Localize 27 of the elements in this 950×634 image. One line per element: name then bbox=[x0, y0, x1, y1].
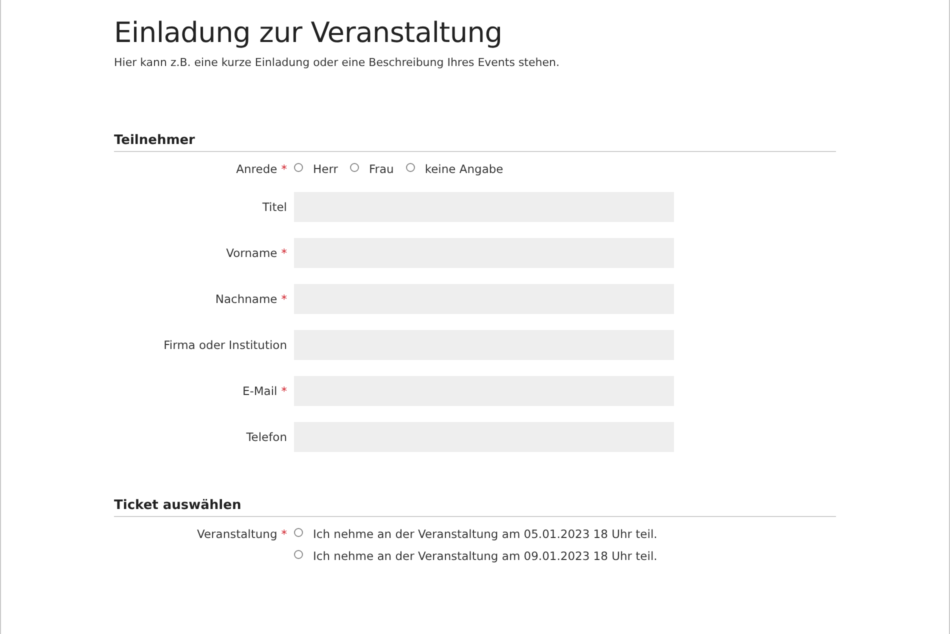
field-label: Vorname bbox=[226, 246, 278, 260]
field-label: Anrede bbox=[236, 162, 278, 176]
radio-button[interactable] bbox=[294, 528, 303, 536]
field-label: Titel bbox=[262, 200, 287, 214]
option-label[interactable]: Herr bbox=[313, 162, 338, 176]
field-label: Nachname bbox=[215, 292, 278, 306]
option-label[interactable]: Frau bbox=[368, 162, 394, 176]
page-description: Hier kann z.B. eine kurze Einladung oder eine Beschreibung Ihres Events stehen. bbox=[114, 56, 560, 69]
field-label: E-Mail bbox=[242, 384, 278, 398]
field-label: Firma oder Institution bbox=[164, 338, 287, 352]
option-label[interactable]: Ich nehme an der Veranstaltung am 09.01.2023 18 Uhr teil. bbox=[313, 549, 658, 563]
section-heading: Teilnehmer bbox=[114, 133, 836, 152]
option-label[interactable]: Ich nehme an der Veranstaltung am 05.01.2023 18 Uhr teil. bbox=[313, 527, 658, 541]
field-label: Veranstaltung bbox=[197, 527, 278, 541]
required-asterisk: * bbox=[281, 246, 287, 260]
radio-button[interactable] bbox=[350, 162, 359, 172]
field-label: Telefon bbox=[246, 430, 287, 444]
section-heading: Ticket auswählen bbox=[114, 498, 836, 517]
required-asterisk: * bbox=[281, 292, 287, 306]
required-asterisk: * bbox=[281, 162, 287, 176]
page-title: Einladung zur Veranstaltung bbox=[114, 15, 504, 51]
option-label[interactable]: keine Angabe bbox=[424, 162, 504, 176]
radio-button[interactable] bbox=[406, 162, 415, 172]
radio-button[interactable] bbox=[294, 550, 303, 558]
required-asterisk: * bbox=[281, 527, 287, 541]
radio-button[interactable] bbox=[294, 162, 303, 172]
required-asterisk: * bbox=[281, 384, 287, 398]
